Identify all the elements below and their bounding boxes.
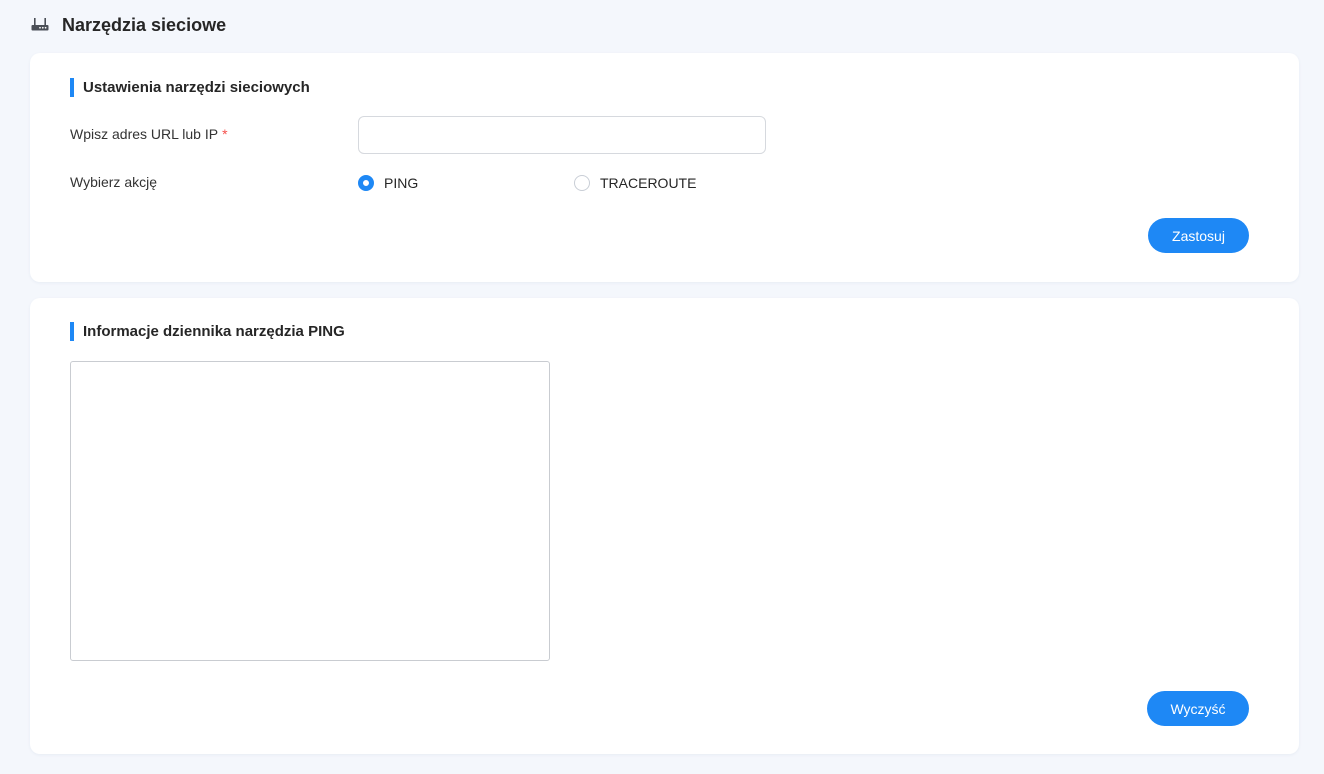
log-textarea[interactable] xyxy=(70,361,550,661)
page-title: Narzędzia sieciowe xyxy=(62,14,227,35)
log-section-title: Informacje dziennika narzędzia PING xyxy=(70,322,345,341)
required-mark: * xyxy=(222,126,228,142)
radio-traceroute[interactable]: TRACEROUTE xyxy=(574,174,696,192)
ping-log-card: Informacje dziennika narzędzia PING Wycz… xyxy=(30,298,1299,754)
url-input[interactable] xyxy=(358,116,766,154)
url-label: Wpisz adres URL lub IP * xyxy=(70,125,228,143)
page-header: Narzędzia sieciowe xyxy=(30,12,226,38)
network-tools-settings-card: Ustawienia narzędzi sieciowych Wpisz adr… xyxy=(30,53,1299,282)
radio-traceroute-label: TRACEROUTE xyxy=(600,175,697,191)
clear-button[interactable]: Wyczyść xyxy=(1147,691,1249,726)
url-label-text: Wpisz adres URL lub IP xyxy=(70,126,219,142)
radio-ping-circle[interactable] xyxy=(358,175,374,191)
router-icon xyxy=(30,15,50,35)
settings-section-title: Ustawienia narzędzi sieciowych xyxy=(70,78,310,97)
radio-traceroute-circle[interactable] xyxy=(574,175,590,191)
apply-button[interactable]: Zastosuj xyxy=(1148,218,1249,253)
radio-ping[interactable]: PING xyxy=(358,174,418,192)
action-label: Wybierz akcję xyxy=(70,174,158,190)
radio-ping-label: PING xyxy=(384,175,419,191)
